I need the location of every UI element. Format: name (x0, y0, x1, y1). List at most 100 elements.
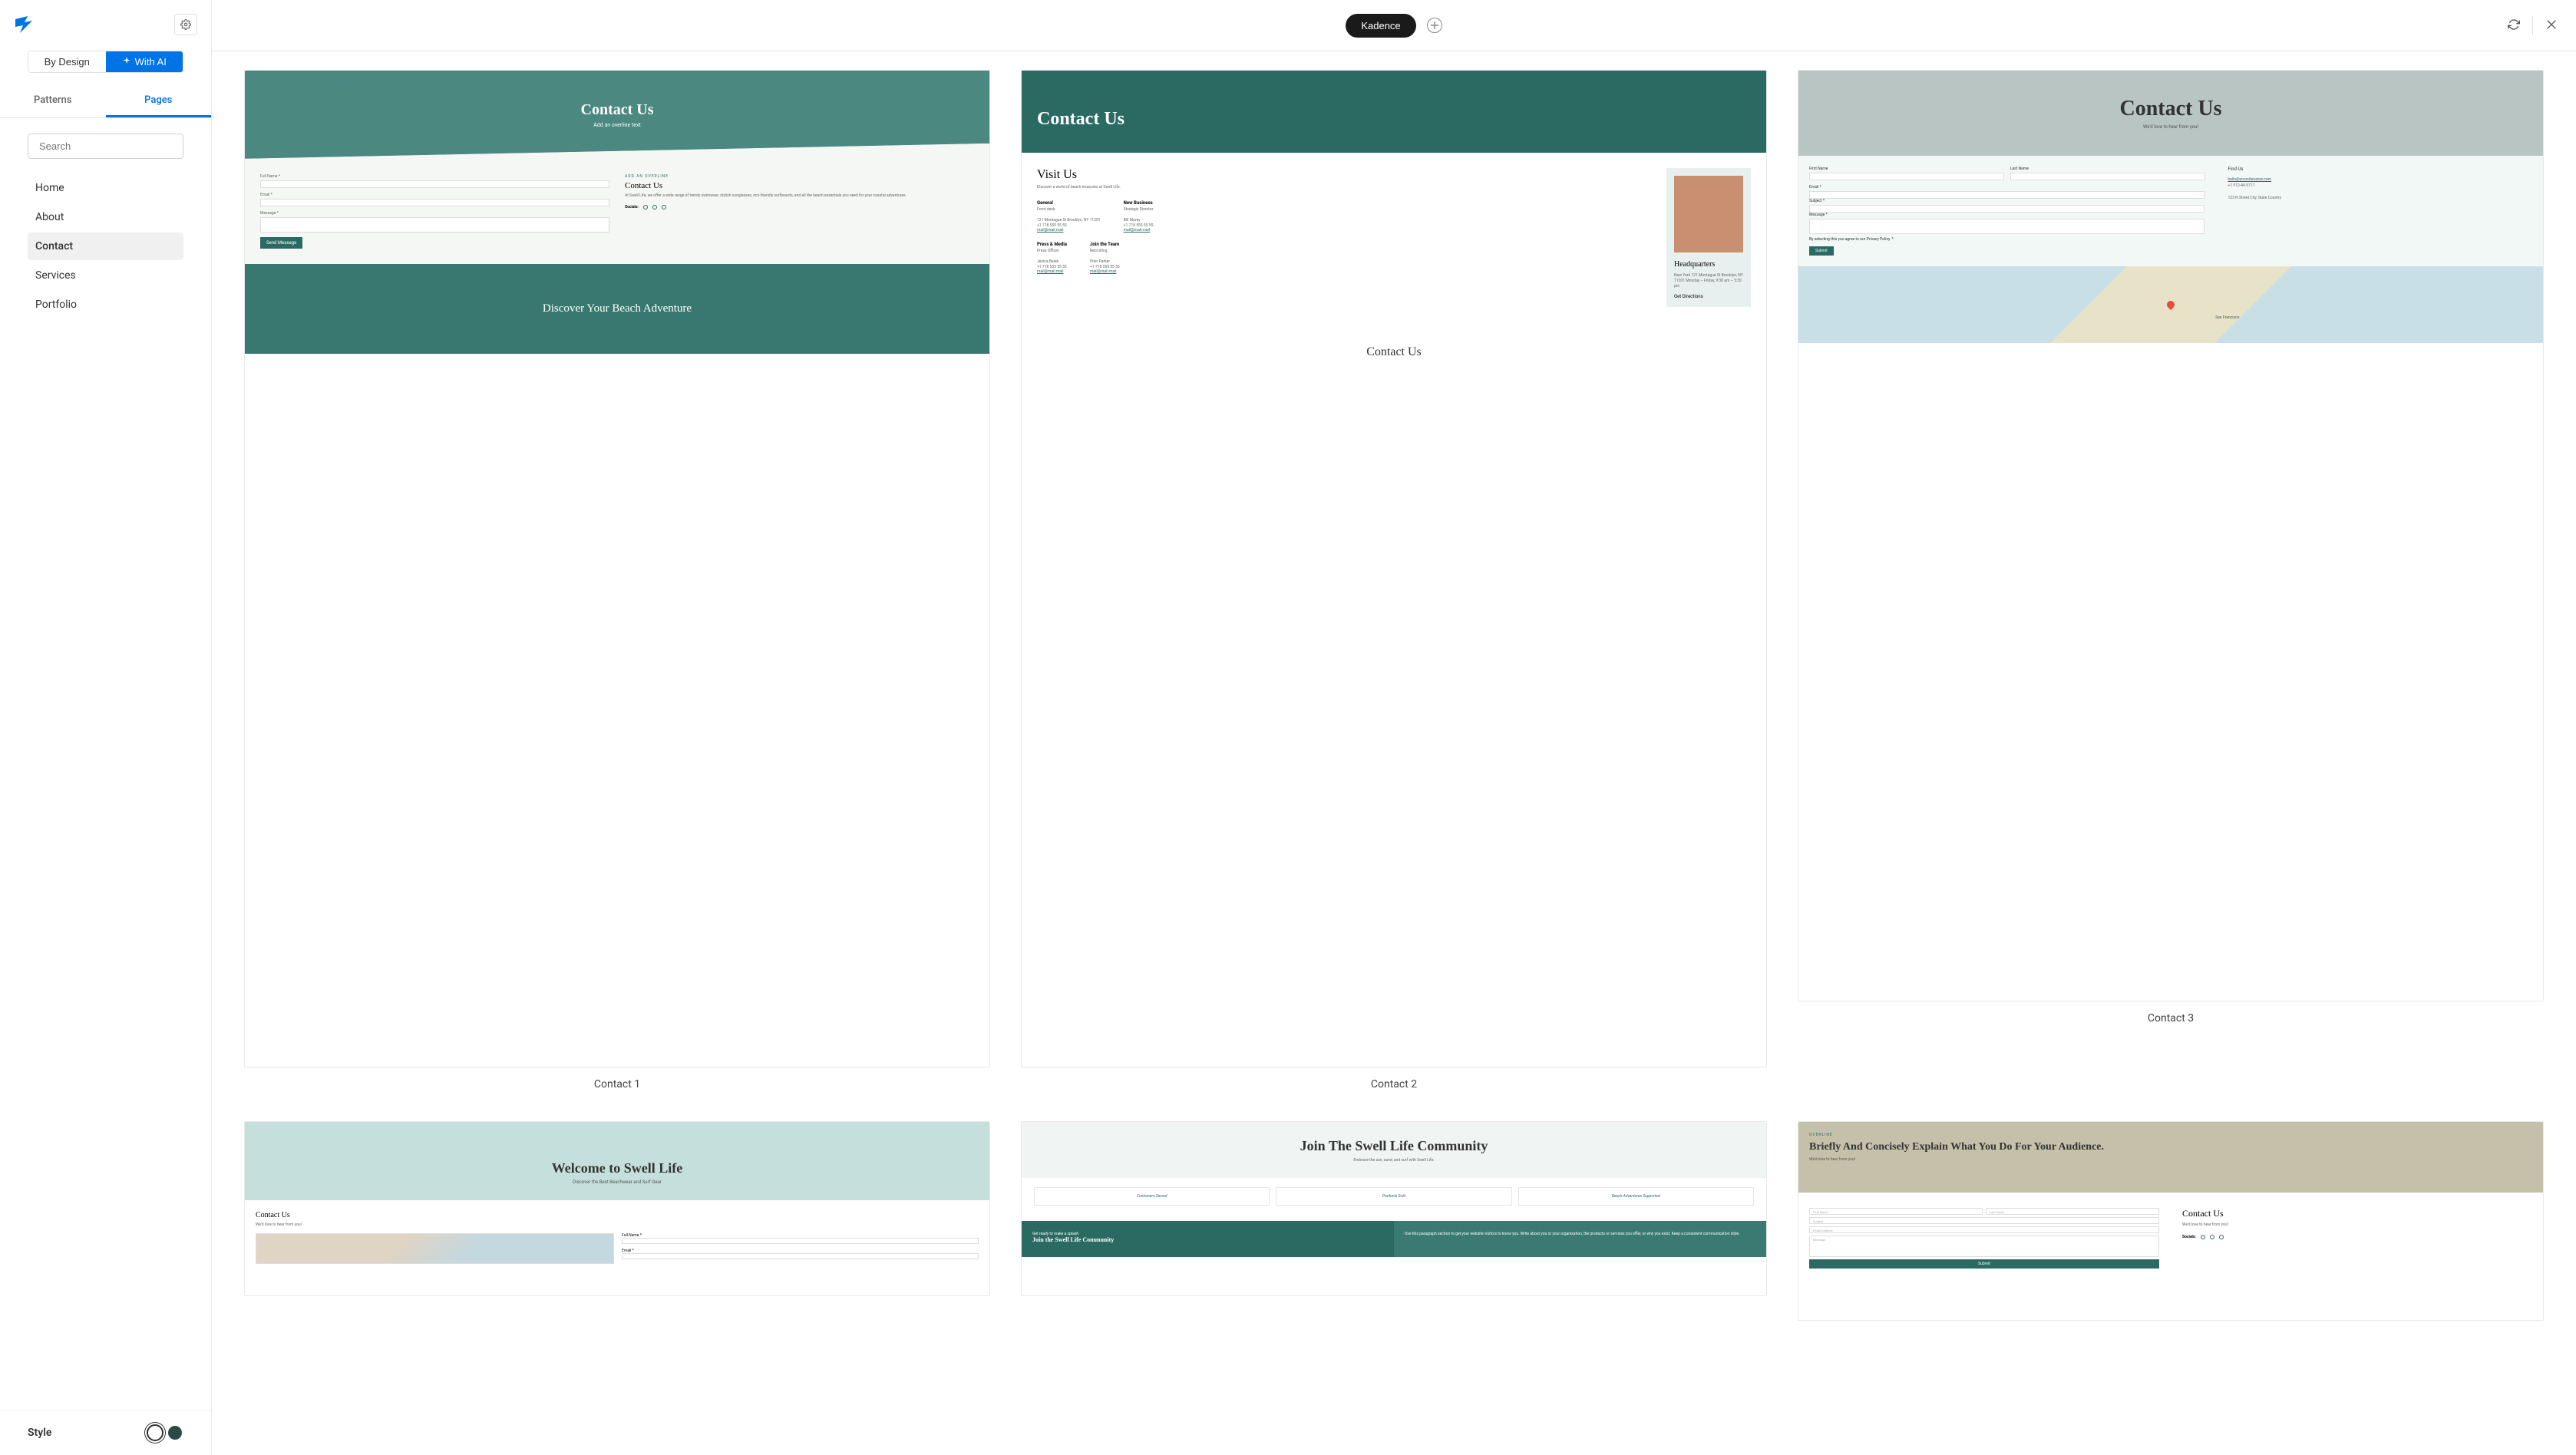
tp6-message: Message (1809, 1236, 2159, 1257)
nav-home[interactable]: Home (28, 174, 183, 202)
tp2-newbiz-sub: Strategic Director (1124, 207, 1154, 212)
refresh-icon (2508, 18, 2520, 31)
tp1-fullname-label: Full Name * (260, 174, 609, 179)
search-input[interactable] (28, 134, 183, 158)
nav-services[interactable]: Services (28, 262, 183, 289)
tp1-cta: Discover Your Beach Adventure (543, 302, 692, 315)
tp2-hq: Headquarters (1674, 260, 1743, 269)
tp2-press-sub: Press Officer (1037, 249, 1067, 253)
tp5-bl-title: Join the Swell Life Community (1032, 1236, 1383, 1243)
tp6-contact-sub: We'd love to hear from you! (2182, 1222, 2532, 1227)
template-preview-2[interactable]: Contact Us Visit Us Discover a world of … (1021, 70, 1767, 1067)
tp6-submit: Submit (1809, 1259, 2159, 1269)
template-item-contact-1: Contact Us Add an overline text Full Nam… (244, 70, 990, 1090)
tp4-sub: We'd love to hear from you! (256, 1222, 979, 1227)
tp6-socials-label: Socials: (2182, 1235, 2196, 1239)
sidebar: By Design With AI Patterns Pages Home Ab… (0, 0, 212, 1455)
tp3-subject: Subject * (1809, 199, 2204, 203)
tp4-contact-title: Contact Us (256, 1211, 979, 1219)
by-design-button[interactable]: By Design (28, 51, 106, 72)
design-ai-toggle: By Design With AI (28, 51, 183, 73)
style-swatches (147, 1424, 183, 1441)
tp6-hero-sub: We'd love to hear from you! (1809, 1157, 2532, 1162)
nav-portfolio[interactable]: Portfolio (28, 291, 183, 318)
tp2-visit-sub: Discover a world of beach treasures at S… (1037, 185, 1653, 190)
tab-bar: Patterns Pages (0, 85, 211, 118)
plus-icon (1431, 21, 1438, 29)
tp6-email: Email Address (1809, 1226, 2159, 1233)
tp4-hero-sub: Discover the Best Beachwear and Surf Gea… (260, 1180, 974, 1185)
tp6-overline: OVERLINE (1809, 1133, 2532, 1137)
tp5-br-text: Use this paragraph section to get your w… (1405, 1232, 1755, 1236)
tp3-hero-title: Contact Us (1814, 97, 2528, 121)
tp3-addr: 123 N Street City, State Country (2228, 196, 2281, 200)
tab-pages[interactable]: Pages (106, 85, 212, 117)
tp3-submit: Submit (1809, 246, 1834, 256)
tp1-send-button: Send Message (260, 237, 302, 249)
tp6-subject: Subject (1809, 1217, 2159, 1224)
facebook-icon (2201, 1235, 2205, 1239)
settings-button[interactable] (174, 14, 197, 35)
tp3-privacy: By selecting this you agree to our Priva… (1809, 237, 2204, 242)
sidebar-header (0, 0, 211, 51)
close-icon (2545, 18, 2558, 31)
tp2-press: Press & Media (1037, 242, 1067, 247)
template-preview-3[interactable]: Contact Us We'd love to hear from you! F… (1798, 70, 2544, 1001)
tp3-email: Email * (1809, 185, 2204, 190)
template-item-contact-6: OVERLINE Briefly And Concisely Explain W… (1798, 1121, 2544, 1321)
tp2-directions: Get Directions (1674, 294, 1743, 299)
template-item-contact-5: Join The Swell Life Community Embrace th… (1021, 1121, 1767, 1321)
template-label-1: Contact 1 (244, 1078, 990, 1090)
tp3-sf-label: San Francisco (2215, 315, 2239, 320)
kadence-button[interactable]: Kadence (1346, 14, 1415, 38)
instagram-icon (2219, 1235, 2224, 1239)
with-ai-label: With AI (135, 56, 167, 68)
template-gallery[interactable]: Contact Us Add an overline text Full Nam… (212, 51, 2576, 1455)
swatch-light[interactable] (147, 1424, 163, 1441)
template-preview-4[interactable]: Welcome to Swell Life Discover the Best … (244, 1121, 990, 1296)
divider (2532, 16, 2533, 35)
tp3-map: San Francisco (1798, 266, 2543, 343)
tp5-stat2: Products Sold (1276, 1187, 1511, 1206)
template-label-2: Contact 2 (1021, 1078, 1767, 1090)
template-preview-6[interactable]: OVERLINE Briefly And Concisely Explain W… (1798, 1121, 2544, 1321)
tp3-hero-sub: We'd love to hear from you! (1814, 124, 2528, 130)
tab-patterns[interactable]: Patterns (0, 85, 106, 117)
tp1-overline: ADD AN OVERLINE (625, 174, 974, 179)
swatch-dark[interactable] (167, 1424, 183, 1441)
tp3-lastname: Last Name (2010, 167, 2205, 171)
search-container (0, 118, 211, 174)
nav-about[interactable]: About (28, 203, 183, 231)
close-button[interactable] (2542, 15, 2561, 36)
sparkle-icon (122, 56, 131, 68)
add-button[interactable] (1427, 18, 1442, 33)
tp2-hero-title: Contact Us (1037, 109, 1751, 130)
tp2-visit-title: Visit Us (1037, 168, 1653, 182)
tp6-hero-title: Briefly And Concisely Explain What You D… (1809, 1140, 2532, 1154)
instagram-icon (662, 205, 666, 210)
refresh-button[interactable] (2505, 15, 2523, 36)
twitter-icon (2210, 1235, 2214, 1239)
header-center: Kadence (1346, 14, 1442, 38)
tp2-general: General (1037, 200, 1101, 206)
settings-icon (180, 19, 191, 30)
tp2-newbiz: New Business (1124, 200, 1154, 206)
tp4-map (256, 1233, 614, 1264)
tp5-stat3: Beach Adventures Supported (1518, 1187, 1754, 1206)
template-item-contact-2: Contact Us Visit Us Discover a world of … (1021, 70, 1767, 1090)
tp3-firstname: First Name (1809, 167, 2004, 171)
with-ai-button[interactable]: With AI (106, 51, 183, 72)
tp3-findus: Find Us (2228, 167, 2532, 172)
tp3-emaillink: hello@yoursitename.com (2228, 177, 2271, 182)
kadence-logo (14, 16, 34, 33)
tp3-message: Message * (1809, 213, 2204, 217)
tp2-team: Join the Team (1090, 242, 1120, 247)
tp6-firstname: First Name (1809, 1208, 1983, 1215)
tp2-team-sub: Recruiting (1090, 249, 1120, 253)
template-preview-5[interactable]: Join The Swell Life Community Embrace th… (1021, 1121, 1767, 1296)
facebook-icon (643, 205, 648, 210)
nav-contact[interactable]: Contact (28, 233, 183, 260)
twitter-icon (652, 205, 657, 210)
template-preview-1[interactable]: Contact Us Add an overline text Full Nam… (244, 70, 990, 1067)
template-item-contact-3: Contact Us We'd love to hear from you! F… (1798, 70, 2544, 1090)
